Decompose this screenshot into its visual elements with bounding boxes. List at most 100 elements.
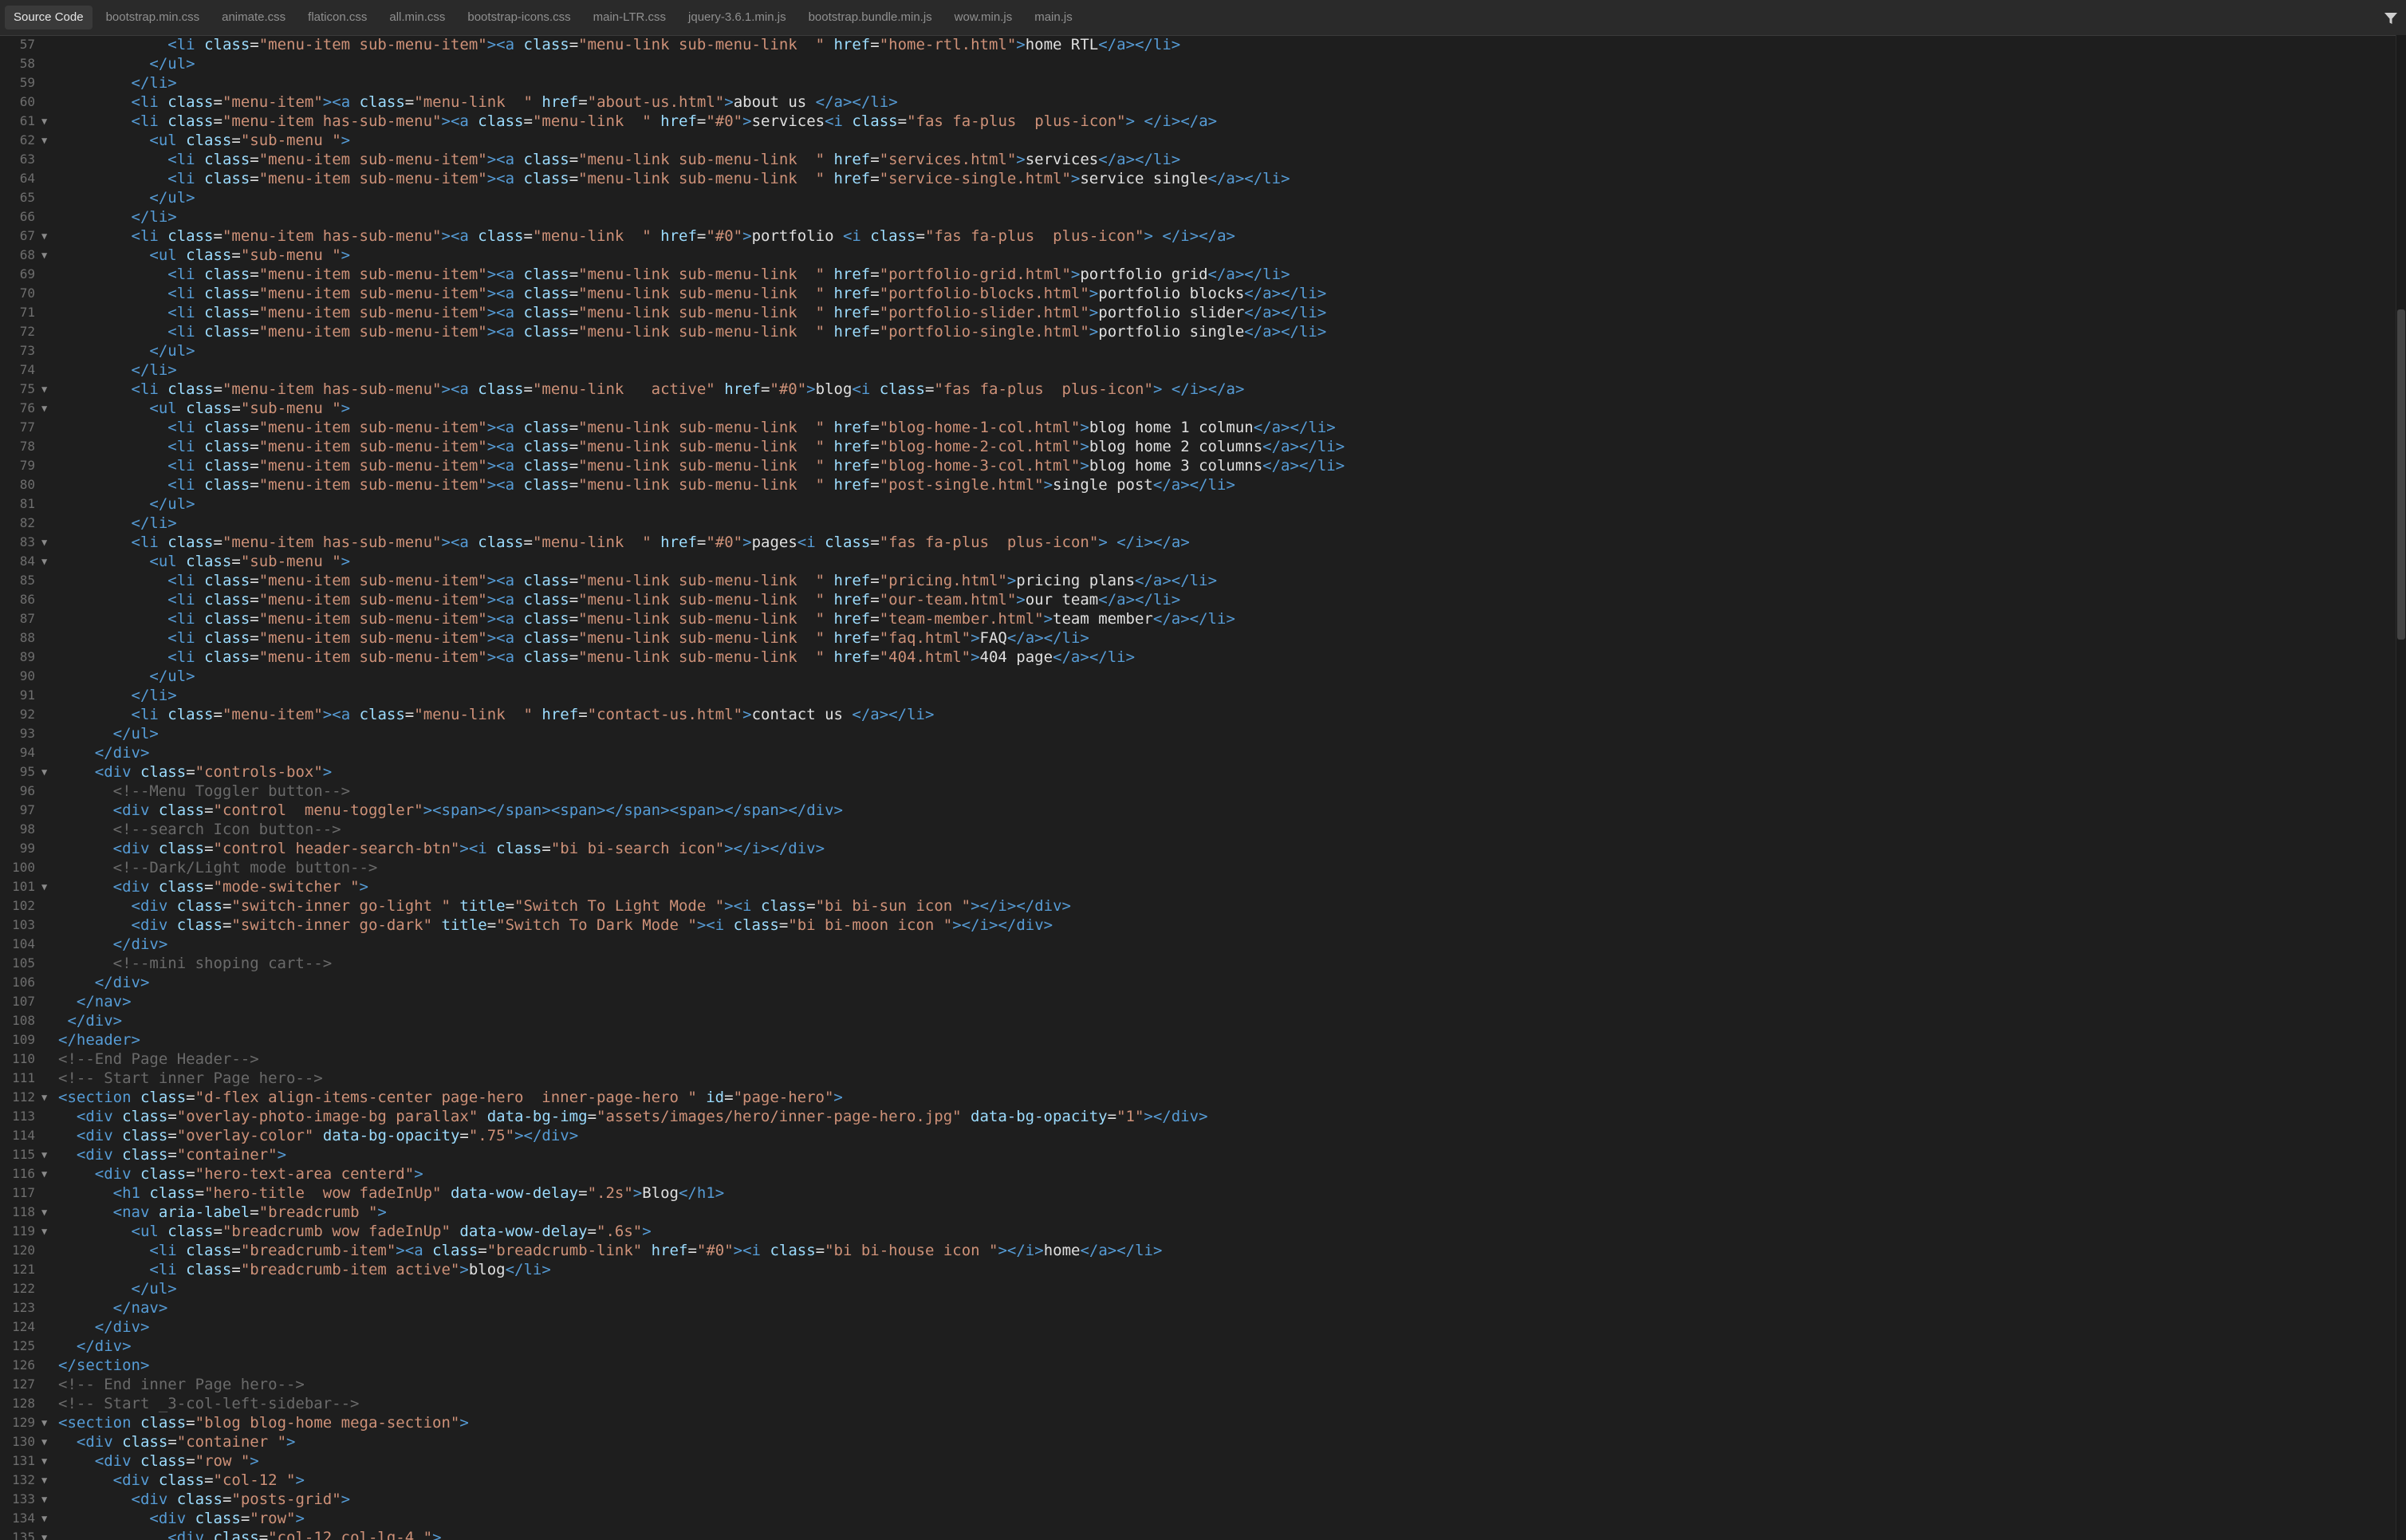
line-number: 108 — [12, 1013, 35, 1028]
line-number: 99 — [19, 841, 35, 856]
fold-arrow-icon[interactable]: ▼ — [41, 112, 47, 131]
fold-arrow-icon[interactable]: ▼ — [41, 246, 47, 265]
line-number: 82 — [19, 515, 35, 530]
code-text: </li> — [131, 514, 177, 532]
code-line: 83 ▼ <li class="menu-item has-sub-menu"><… — [0, 533, 2396, 552]
line-number: 72 — [19, 324, 35, 339]
fold-arrow-icon[interactable]: ▼ — [41, 1509, 47, 1528]
code-text: <div class="overlay-photo-image-bg paral… — [76, 1108, 1208, 1125]
code-text: <li class="menu-item sub-menu-item"><a c… — [167, 285, 1327, 302]
code-line: 129 ▼ <section class="blog blog-home mega-… — [0, 1413, 2396, 1432]
tab-source-code[interactable]: Source Code — [5, 6, 93, 30]
filter-icon[interactable] — [2382, 10, 2400, 27]
code-text: <li class="menu-item sub-menu-item"><a c… — [167, 419, 1336, 436]
code-line: 75 ▼ <li class="menu-item has-sub-menu"><… — [0, 380, 2396, 399]
fold-arrow-icon[interactable]: ▼ — [41, 533, 47, 552]
line-number: 61 — [19, 113, 35, 128]
code-line: 94 </div> — [0, 743, 2396, 762]
source-code-editor[interactable]: 57 <li class="menu-item sub-menu-item"><… — [0, 35, 2396, 1540]
code-line: 105 <!--mini shoping cart--> — [0, 954, 2396, 973]
line-number: 60 — [19, 94, 35, 109]
line-number: 85 — [19, 573, 35, 588]
code-text: <section class="d-flex align-items-cente… — [58, 1089, 843, 1106]
tab-flaticon-css[interactable]: flaticon.css — [299, 6, 376, 30]
code-text: <div class="switch-inner go-light " titl… — [131, 897, 1071, 915]
code-text: </li> — [131, 687, 177, 704]
scrollbar-thumb[interactable] — [2397, 309, 2405, 640]
code-text: <li class="menu-item sub-menu-item"><a c… — [167, 323, 1327, 341]
fold-arrow-icon[interactable]: ▼ — [41, 1432, 47, 1451]
tab-all-min-css[interactable]: all.min.css — [380, 6, 454, 30]
code-line: 106 </div> — [0, 973, 2396, 992]
fold-arrow-icon[interactable]: ▼ — [41, 1145, 47, 1164]
tab-main-js[interactable]: main.js — [1026, 6, 1081, 30]
tab-animate-css[interactable]: animate.css — [213, 6, 294, 30]
code-text: </header> — [58, 1031, 140, 1049]
line-number: 132 — [12, 1472, 35, 1487]
vertical-scrollbar[interactable] — [2396, 35, 2406, 1540]
fold-arrow-icon[interactable]: ▼ — [41, 226, 47, 246]
fold-arrow-icon[interactable]: ▼ — [41, 380, 47, 399]
line-number: 131 — [12, 1453, 35, 1468]
code-line: 79 <li class="menu-item sub-menu-item"><… — [0, 456, 2396, 475]
line-number: 106 — [12, 975, 35, 990]
fold-arrow-icon[interactable]: ▼ — [41, 1222, 47, 1241]
code-line: 104 </div> — [0, 935, 2396, 954]
line-number: 128 — [12, 1396, 35, 1411]
code-text: </ul> — [112, 725, 159, 742]
code-text: <div class="row"> — [149, 1510, 305, 1527]
tab-bootstrap-bundle-min-js[interactable]: bootstrap.bundle.min.js — [800, 6, 941, 30]
fold-arrow-icon[interactable]: ▼ — [41, 131, 47, 150]
fold-arrow-icon[interactable]: ▼ — [41, 762, 47, 782]
tab-wow-min-js[interactable]: wow.min.js — [946, 6, 1022, 30]
code-line: 85 <li class="menu-item sub-menu-item"><… — [0, 571, 2396, 590]
code-text: <li class="menu-item has-sub-menu"><a cl… — [131, 227, 1235, 245]
code-text: <li class="breadcrumb-item"><a class="br… — [149, 1242, 1163, 1259]
fold-arrow-icon[interactable]: ▼ — [41, 1451, 47, 1471]
line-number: 74 — [19, 362, 35, 377]
fold-arrow-icon[interactable]: ▼ — [41, 1490, 47, 1509]
fold-arrow-icon[interactable]: ▼ — [41, 1471, 47, 1490]
tab-main-ltr-css[interactable]: main-LTR.css — [585, 6, 675, 30]
code-line: 63 <li class="menu-item sub-menu-item"><… — [0, 150, 2396, 169]
tab-jquery-3-6-1-min-js[interactable]: jquery-3.6.1.min.js — [679, 6, 795, 30]
code-text: </div> — [112, 935, 168, 953]
code-text: </section> — [58, 1357, 150, 1374]
fold-arrow-icon[interactable]: ▼ — [41, 552, 47, 571]
code-text: </li> — [131, 74, 177, 92]
code-line: 90 </ul> — [0, 667, 2396, 686]
tab-bootstrap-min-css[interactable]: bootstrap.min.css — [97, 6, 209, 30]
code-text: <li class="menu-item sub-menu-item"><a c… — [167, 610, 1235, 628]
line-number: 120 — [12, 1243, 35, 1258]
tab-bootstrap-icons-css[interactable]: bootstrap-icons.css — [459, 6, 579, 30]
code-line: 115 ▼ <div class="container"> — [0, 1145, 2396, 1164]
code-line: 58 </ul> — [0, 54, 2396, 73]
code-line: 103 <div class="switch-inner go-dark" ti… — [0, 916, 2396, 935]
code-line: 91 </li> — [0, 686, 2396, 705]
fold-arrow-icon[interactable]: ▼ — [41, 1164, 47, 1184]
line-number: 67 — [19, 228, 35, 243]
code-line: 69 <li class="menu-item sub-menu-item"><… — [0, 265, 2396, 284]
code-line: 135 ▼ <div class="col-12 col-lg-4 "> — [0, 1528, 2396, 1540]
line-number: 129 — [12, 1415, 35, 1430]
code-text: <div class="container "> — [76, 1433, 296, 1451]
code-text: </div> — [94, 1318, 150, 1336]
code-text: <!-- End inner Page hero--> — [58, 1376, 305, 1393]
fold-arrow-icon[interactable]: ▼ — [41, 877, 47, 896]
code-line: 134 ▼ <div class="row"> — [0, 1509, 2396, 1528]
code-text: <div class="control menu-toggler"><span>… — [112, 802, 843, 819]
line-number: 124 — [12, 1319, 35, 1334]
fold-arrow-icon[interactable]: ▼ — [41, 1088, 47, 1107]
fold-arrow-icon[interactable]: ▼ — [41, 1203, 47, 1222]
code-text: <ul class="sub-menu "> — [149, 132, 351, 149]
code-line: 96 <!--Menu Toggler button--> — [0, 782, 2396, 801]
fold-arrow-icon[interactable]: ▼ — [41, 399, 47, 418]
line-number: 111 — [12, 1070, 35, 1085]
line-number: 122 — [12, 1281, 35, 1296]
line-number: 87 — [19, 611, 35, 626]
fold-arrow-icon[interactable]: ▼ — [41, 1528, 47, 1540]
code-text: <ul class="sub-menu "> — [149, 553, 351, 570]
code-text: <div class="controls-box"> — [94, 763, 333, 781]
fold-arrow-icon[interactable]: ▼ — [41, 1413, 47, 1432]
line-number: 112 — [12, 1089, 35, 1105]
